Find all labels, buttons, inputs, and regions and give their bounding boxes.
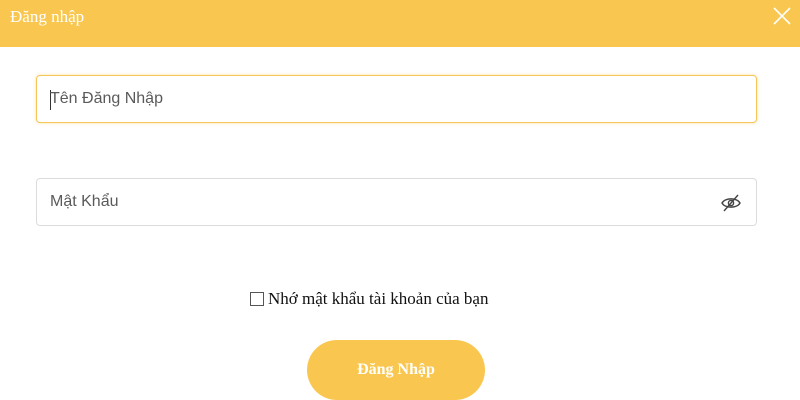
dialog-title: Đăng nhập <box>10 7 85 26</box>
remember-checkbox[interactable] <box>250 292 264 306</box>
password-field[interactable] <box>36 178 757 226</box>
username-input[interactable] <box>50 76 700 122</box>
remember-me[interactable]: Nhớ mật khẩu tài khoản của bạn <box>250 288 488 310</box>
eye-off-icon <box>721 194 741 212</box>
login-button[interactable]: Đăng Nhập <box>307 340 485 400</box>
close-button[interactable] <box>768 2 796 30</box>
username-field[interactable] <box>36 75 757 123</box>
password-input[interactable] <box>50 179 700 225</box>
remember-label: Nhớ mật khẩu tài khoản của bạn <box>268 289 489 308</box>
close-icon <box>773 7 791 25</box>
dialog-header: Đăng nhập <box>0 0 800 47</box>
toggle-password-button[interactable] <box>720 192 742 214</box>
